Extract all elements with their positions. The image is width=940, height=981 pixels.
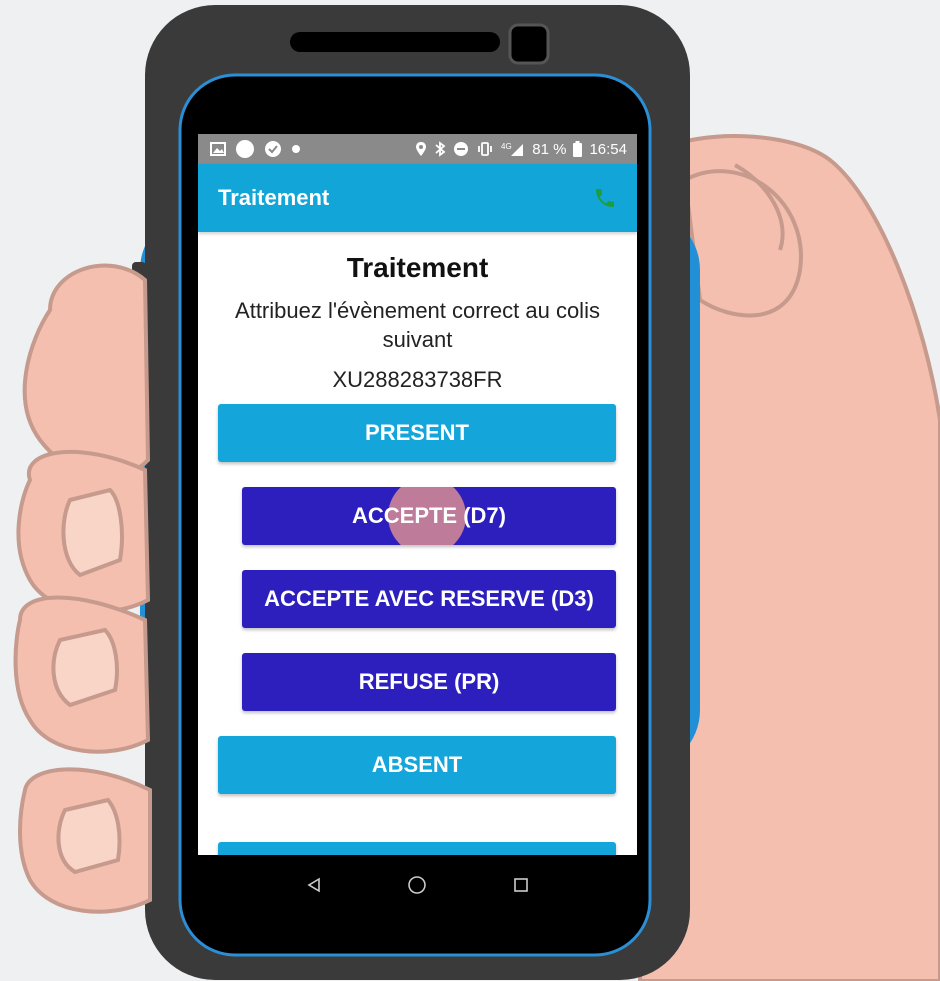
vibrate-icon (476, 141, 494, 157)
finger-1 (22, 263, 151, 480)
tracking-number: XU288283738FR (332, 367, 503, 392)
recents-icon (514, 878, 528, 892)
status-bar: 4G 81 % 16:54 (198, 134, 637, 164)
do-not-disturb-icon (453, 141, 469, 157)
phone-screen: 4G 81 % 16:54 Traitement Traitement Attr… (198, 134, 637, 915)
instruction-text: Attribuez l'évènement correct au colis s… (235, 298, 600, 352)
next-button-partial[interactable] (218, 842, 616, 855)
image-notification-icon (210, 142, 226, 156)
app-bar: Traitement (198, 164, 637, 232)
accepte-d7-button[interactable]: ACCEPTE (D7) (242, 487, 616, 545)
accepte-avec-reserve-d3-button-label: ACCEPTE AVEC RESERVE (D3) (264, 586, 594, 611)
nav-recents-button[interactable] (501, 865, 541, 905)
app-bar-title: Traitement (218, 185, 330, 210)
speaker-grille (290, 32, 500, 52)
home-icon (408, 876, 427, 894)
bluetooth-icon (434, 141, 446, 157)
accepte-avec-reserve-d3-button[interactable]: ACCEPTE AVEC RESERVE (D3) (242, 570, 616, 628)
dot-notification-icon (291, 144, 301, 154)
system-nav-bar (198, 855, 637, 915)
battery-icon (573, 141, 583, 157)
back-icon (307, 877, 320, 893)
signal-icon: 4G (501, 141, 525, 157)
front-camera (508, 23, 550, 65)
battery-percent: 81 % (532, 140, 567, 158)
call-button[interactable] (589, 182, 621, 214)
refuse-pr-button-label: REFUSE (PR) (358, 669, 500, 694)
main-content: Traitement Attribuez l'évènement correct… (198, 232, 637, 855)
check-notification-icon (264, 140, 282, 158)
page-title: Traitement (346, 252, 489, 283)
network-type-label: 4G (501, 142, 512, 151)
present-button[interactable]: PRESENT (218, 404, 616, 462)
nav-back-button[interactable] (294, 865, 334, 905)
location-icon (415, 141, 427, 157)
circle-notification-icon (235, 139, 255, 159)
clock: 16:54 (589, 140, 627, 158)
nav-home-button[interactable] (397, 865, 437, 905)
present-button-label: PRESENT (365, 420, 469, 445)
absent-button-label: ABSENT (371, 752, 463, 777)
phone-icon (596, 189, 614, 207)
absent-button[interactable]: ABSENT (218, 736, 616, 794)
refuse-pr-button[interactable]: REFUSE (PR) (242, 653, 616, 711)
accepte-d7-button-label: ACCEPTE (D7) (351, 503, 506, 528)
